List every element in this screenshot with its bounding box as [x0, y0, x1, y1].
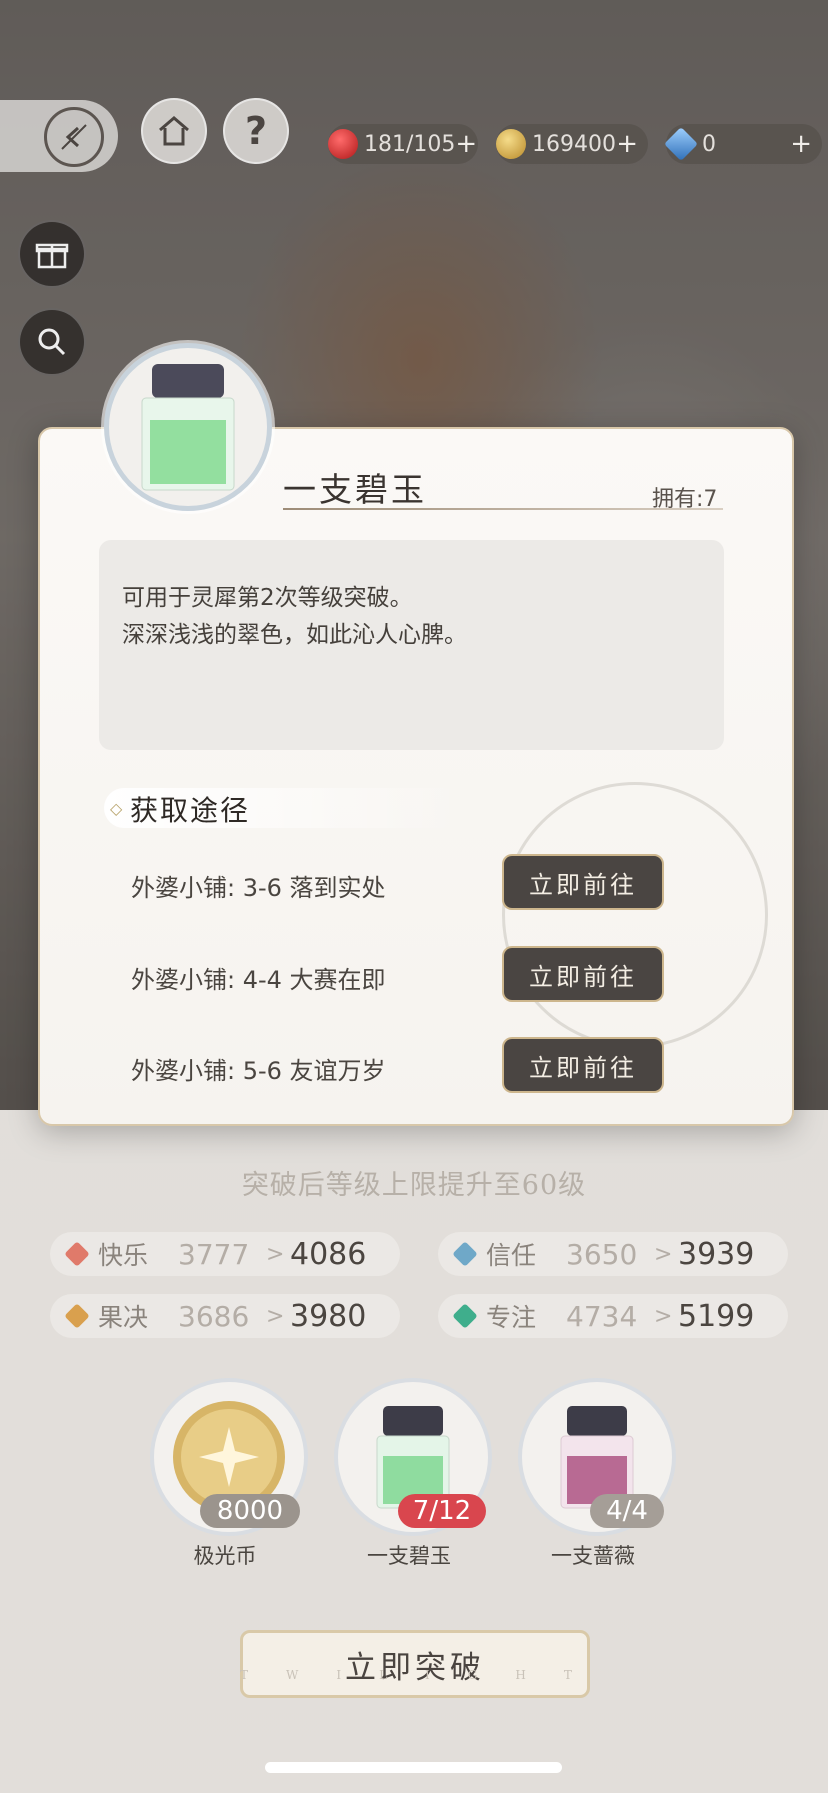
route-label: 外婆小铺: 3-6 落到实处	[131, 874, 386, 902]
back-icon	[44, 107, 104, 167]
aurora-coin-count: 8000	[200, 1494, 300, 1528]
coin-counter[interactable]: 169400 +	[496, 124, 648, 164]
stat-happiness: 快乐 3777 > 4086	[50, 1232, 400, 1276]
back-button[interactable]	[0, 100, 118, 172]
home-indicator[interactable]	[265, 1762, 562, 1773]
item-name: 一支碧玉	[283, 470, 427, 509]
focus-icon	[452, 1303, 478, 1329]
home-icon	[159, 116, 189, 146]
rose-perfume-name: 一支蔷薇	[551, 1544, 635, 1568]
apple-icon	[328, 129, 358, 159]
aurora-coin-name: 极光币	[193, 1544, 257, 1568]
rose-perfume-count: 4/4	[590, 1494, 664, 1528]
breakthrough-button[interactable]: 立即突破	[240, 1630, 590, 1698]
description-line-2: 深深浅浅的翠色，如此沁人心脾。	[122, 622, 467, 648]
diamond-add-icon[interactable]: +	[790, 129, 822, 159]
stat-focus: 专注 4734 > 5199	[438, 1294, 788, 1338]
top-bar: ? 181/105 + 169400 + 0 +	[0, 92, 828, 182]
stat-decisiveness: 果决 3686 > 3980	[50, 1294, 400, 1338]
happiness-icon	[64, 1241, 90, 1267]
coin-value: 169400	[532, 131, 616, 157]
help-icon: ?	[244, 109, 268, 153]
go-button[interactable]: 立即前往	[502, 1037, 664, 1093]
search-button[interactable]	[18, 308, 86, 376]
route-label: 外婆小铺: 4-4 大赛在即	[131, 966, 386, 994]
jade-perfume-icon	[141, 364, 235, 491]
routes-title: 获取途径	[130, 794, 251, 827]
description-line-1: 可用于灵犀第2次等级突破。	[122, 585, 413, 611]
go-button[interactable]: 立即前往	[502, 946, 664, 1002]
route-label: 外婆小铺: 5-6 友谊万岁	[131, 1057, 386, 1085]
routes-diamond-icon: ◇	[110, 799, 123, 818]
gift-button[interactable]	[18, 220, 86, 288]
twilight-watermark: TWILIGHT	[240, 1668, 610, 1682]
home-button[interactable]	[141, 98, 207, 164]
compass-decoration	[502, 782, 768, 1048]
diamond-counter[interactable]: 0 +	[664, 124, 822, 164]
go-button[interactable]: 立即前往	[502, 854, 664, 910]
diamond-value: 0	[702, 131, 716, 157]
stat-trust: 信任 3650 > 3939	[438, 1232, 788, 1276]
stamina-add-icon[interactable]: +	[455, 129, 487, 159]
decisiveness-icon	[64, 1303, 90, 1329]
stamina-counter[interactable]: 181/105 +	[328, 124, 478, 164]
item-icon-frame	[104, 343, 272, 511]
owned-count: 拥有:7	[652, 487, 718, 512]
diamond-icon	[664, 127, 698, 161]
coin-icon	[496, 129, 526, 159]
jade-perfume-count: 7/12	[398, 1494, 486, 1528]
trust-icon	[452, 1241, 478, 1267]
help-button[interactable]: ?	[223, 98, 289, 164]
search-icon	[38, 328, 66, 356]
stamina-value: 181/105	[364, 131, 456, 157]
gift-icon	[35, 243, 69, 269]
jade-perfume-name: 一支碧玉	[367, 1544, 451, 1568]
level-cap-info: 突破后等级上限提升至60级	[241, 1170, 587, 1201]
coin-add-icon[interactable]: +	[616, 129, 648, 159]
